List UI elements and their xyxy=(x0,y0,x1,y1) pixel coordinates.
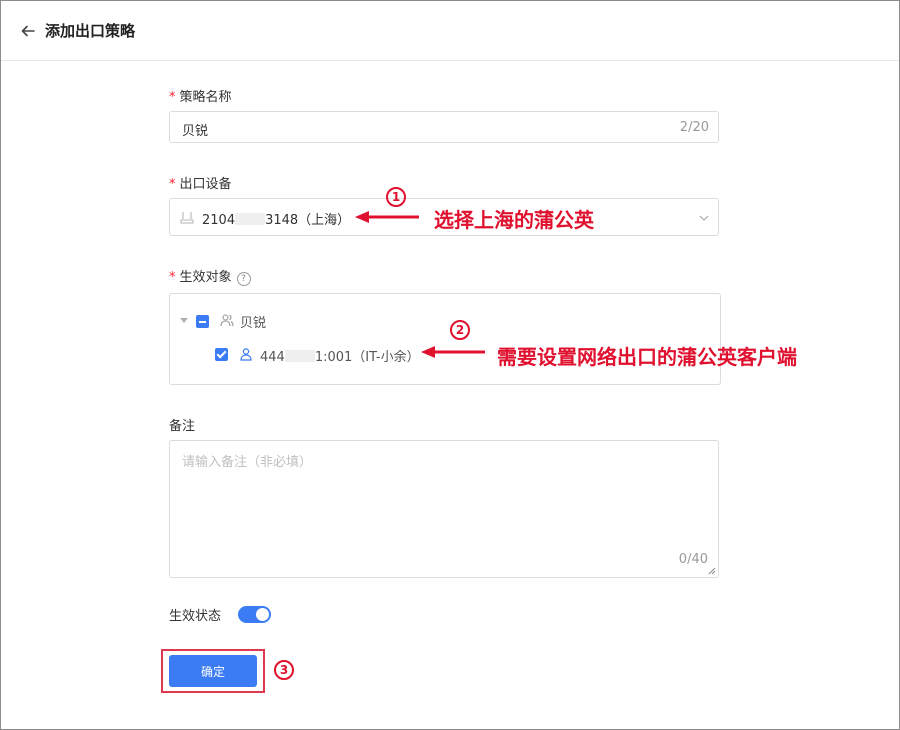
user-icon xyxy=(240,348,252,361)
page-header: 添加出口策略 xyxy=(1,1,899,61)
annotation-text-2: 需要设置网络出口的蒲公英客户端 xyxy=(497,345,797,369)
masked-segment xyxy=(235,213,266,225)
annotation-number-3: 3 xyxy=(274,660,294,680)
annotation-arrow-2 xyxy=(421,346,485,358)
required-mark: * xyxy=(169,270,176,285)
annotation-number-2: 2 xyxy=(450,320,470,340)
group-checkbox[interactable] xyxy=(196,315,209,328)
member-checkbox[interactable] xyxy=(215,348,228,361)
confirm-button[interactable]: 确定 xyxy=(169,655,257,687)
targets-label-text: 生效对象 xyxy=(179,270,232,285)
targets-label: * 生效对象? xyxy=(169,266,251,286)
masked-segment xyxy=(284,350,315,362)
group-users-icon xyxy=(220,314,234,327)
annotation-arrow-1 xyxy=(355,211,419,223)
status-label: 生效状态 xyxy=(169,609,222,624)
router-icon xyxy=(180,212,194,224)
status-toggle[interactable] xyxy=(238,606,271,623)
policy-name-value: 贝锐 xyxy=(182,124,209,139)
annotation-text-1: 选择上海的蒲公英 xyxy=(434,208,594,232)
device-label-text: 出口设备 xyxy=(179,177,232,192)
remark-label: 备注 xyxy=(169,419,196,434)
device-select-value: 2104 3148（上海） xyxy=(202,209,350,228)
help-icon[interactable]: ? xyxy=(236,272,251,286)
window-frame: 添加出口策略 * 策略名称 贝锐 2/20 * 出口设备 2104 3148（上海） … xyxy=(0,0,900,730)
caret-down-icon[interactable] xyxy=(180,318,188,323)
target-tree: 贝锐 444 1:001（IT-小余） xyxy=(169,293,721,385)
group-label[interactable]: 贝锐 xyxy=(240,312,266,331)
policy-name-label: * 策略名称 xyxy=(169,86,232,105)
device-label: * 出口设备 xyxy=(169,173,232,192)
member-id-prefix: 444 xyxy=(260,350,285,365)
policy-name-input[interactable]: 贝锐 2/20 xyxy=(169,111,719,143)
page-title: 添加出口策略 xyxy=(45,22,136,40)
annotation-number-1: 1 xyxy=(386,187,406,207)
remark-placeholder: 请输入备注（非必填） xyxy=(182,455,313,470)
policy-name-label-text: 策略名称 xyxy=(179,90,232,105)
device-id-prefix: 2104 xyxy=(202,213,236,228)
device-id-suffix: 3148（上海） xyxy=(265,213,351,228)
member-label[interactable]: 444 1:001（IT-小余） xyxy=(260,346,420,365)
remark-counter: 0/40 xyxy=(678,552,708,567)
chevron-down-icon[interactable] xyxy=(698,212,710,224)
required-mark: * xyxy=(169,177,176,192)
member-id-suffix: 1:001（IT-小余） xyxy=(314,350,420,365)
resize-handle-icon[interactable] xyxy=(708,567,716,575)
remark-textarea[interactable]: 请输入备注（非必填） 0/40 xyxy=(169,440,719,578)
required-mark: * xyxy=(169,90,176,105)
policy-name-counter: 2/20 xyxy=(679,120,709,135)
back-arrow-icon[interactable] xyxy=(20,23,36,39)
